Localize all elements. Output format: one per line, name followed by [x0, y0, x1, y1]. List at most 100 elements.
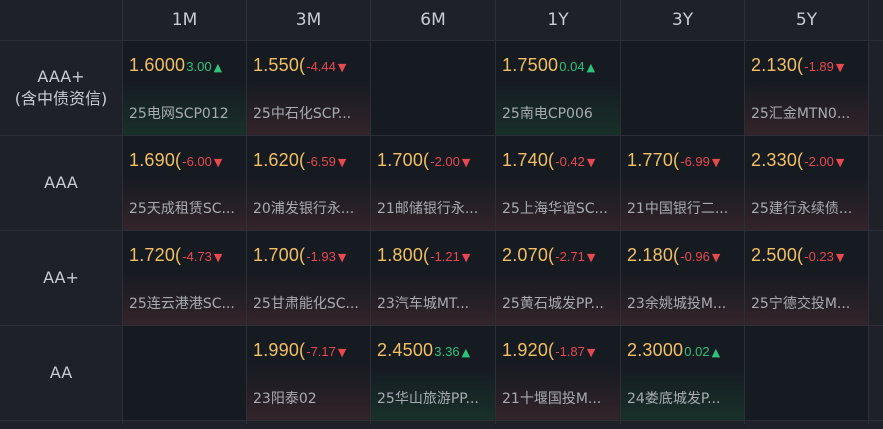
quote-cell[interactable]: 1.990(-7.17 ▼ 23阳泰02 — [247, 326, 370, 420]
quote-cell[interactable]: 1.7500 0.04 ▲ 25南电CP006 — [496, 41, 620, 135]
rate-line: 1.6000 3.00 ▲ — [129, 55, 222, 76]
quote-cell[interactable]: 2.330(-2.00 ▼ 25建行永续债... — [745, 136, 868, 230]
triangle-up-icon: ▲ — [711, 346, 721, 359]
bond-name: 25天成租赁SC... — [129, 201, 235, 217]
rate-line: 2.130(-1.89 ▼ — [751, 55, 844, 76]
bond-name: 25上海华谊SC... — [502, 201, 608, 217]
rate-line: 1.690(-6.00 ▼ — [129, 150, 222, 171]
footer-strip — [745, 421, 868, 429]
quote-cell[interactable]: 2.3000 0.02 ▲ 24娄底城发P... — [621, 326, 744, 420]
scroll-edge — [869, 231, 883, 325]
bond-name: 20浦发银行永... — [253, 201, 355, 217]
yield-value: 1.620( — [253, 150, 306, 170]
bond-name: 24娄底城发P... — [627, 391, 721, 407]
quote-cell[interactable]: 1.700(-1.93 ▼ 25甘肃能化SC... — [247, 231, 370, 325]
rate-line: 1.700(-1.93 ▼ — [253, 245, 346, 266]
quote-cell[interactable]: 1.770(-6.99 ▼ 21中国银行二... — [621, 136, 744, 230]
footer-strip — [621, 421, 744, 429]
column-header-1m[interactable]: 1M — [123, 0, 246, 40]
bond-name: 25建行永续债... — [751, 201, 853, 217]
yield-value: 1.690( — [129, 150, 182, 170]
quote-cell[interactable]: 2.180(-0.96 ▼ 23余姚城投M... — [621, 231, 744, 325]
bond-name: 25华山旅游PP... — [377, 391, 479, 407]
column-header-3m[interactable]: 3M — [247, 0, 370, 40]
triangle-up-icon: ▲ — [213, 61, 223, 74]
yield-value: 2.500( — [751, 245, 804, 265]
quote-cell[interactable]: 2.500(-0.23 ▼ 25宁德交投M... — [745, 231, 868, 325]
rate-line: 1.770(-6.99 ▼ — [627, 150, 720, 171]
quote-cell[interactable]: 1.690(-6.00 ▼ 25天成租赁SC... — [123, 136, 246, 230]
rate-line: 2.3000 0.02 ▲ — [627, 340, 720, 361]
rate-line: 1.920(-1.87 ▼ — [502, 340, 595, 361]
footer-strip — [371, 421, 495, 429]
empty-cell — [621, 41, 744, 135]
rate-line: 2.180(-0.96 ▼ — [627, 245, 720, 266]
column-header-1y[interactable]: 1Y — [496, 0, 620, 40]
rate-line: 1.990(-7.17 ▼ — [253, 340, 346, 361]
change-value: -6.59 — [306, 154, 336, 169]
yield-value: 2.4500 — [377, 340, 434, 360]
triangle-down-icon: ▼ — [213, 251, 223, 264]
change-value: -2.71 — [555, 249, 585, 264]
yield-matrix: 1M 3M 6M 1Y 3Y 5Y AAA+ (含中债资信) 1.6000 3.00 ▲ 25电网SC… — [0, 0, 883, 429]
quote-cell[interactable]: 2.070(-2.71 ▼ 25黄石城发PP... — [496, 231, 620, 325]
quote-cell[interactable]: 1.720(-4.73 ▼ 25连云港港SC... — [123, 231, 246, 325]
rate-line: 2.500(-0.23 ▼ — [751, 245, 844, 266]
row-label-subtext: (含中债资信) — [14, 89, 108, 108]
change-value: -2.00 — [804, 154, 834, 169]
quote-cell[interactable]: 2.130(-1.89 ▼ 25汇金MTN0... — [745, 41, 868, 135]
triangle-down-icon: ▼ — [586, 346, 596, 359]
yield-value: 1.720( — [129, 245, 182, 265]
footer-strip — [123, 421, 246, 429]
bond-name: 21中国银行二... — [627, 201, 729, 217]
rate-line: 1.7500 0.04 ▲ — [502, 55, 595, 76]
quote-cell[interactable]: 1.550(-4.44 ▼ 25中石化SCP... — [247, 41, 370, 135]
change-value: -6.99 — [680, 154, 710, 169]
yield-value: 1.990( — [253, 340, 306, 360]
triangle-down-icon: ▼ — [835, 156, 845, 169]
yield-value: 1.7500 — [502, 55, 559, 75]
quote-cell[interactable]: 1.740(-0.42 ▼ 25上海华谊SC... — [496, 136, 620, 230]
change-value: -0.23 — [804, 249, 834, 264]
change-value: -4.73 — [182, 249, 212, 264]
triangle-up-icon: ▲ — [461, 346, 471, 359]
quote-cell[interactable]: 2.4500 3.36 ▲ 25华山旅游PP... — [371, 326, 495, 420]
column-header-6m[interactable]: 6M — [371, 0, 495, 40]
bond-name: 25南电CP006 — [502, 106, 593, 122]
yield-value: 2.130( — [751, 55, 804, 75]
change-value: 3.00 — [186, 59, 212, 74]
footer-strip — [247, 421, 370, 429]
bond-name: 25甘肃能化SC... — [253, 296, 359, 312]
change-value: -7.17 — [306, 344, 336, 359]
bond-name: 25宁德交投M... — [751, 296, 851, 312]
quote-cell[interactable]: 1.800(-1.21 ▼ 23汽车城MT... — [371, 231, 495, 325]
bond-name: 21十堰国投M... — [502, 391, 602, 407]
row-label-aa: AA — [0, 326, 122, 420]
rate-line: 1.550(-4.44 ▼ — [253, 55, 346, 76]
yield-value: 2.330( — [751, 150, 804, 170]
row-label-text: AA — [49, 363, 73, 382]
footer-strip — [0, 421, 122, 429]
quote-cell[interactable]: 1.700(-2.00 ▼ 21邮储银行永... — [371, 136, 495, 230]
bond-name: 25电网SCP012 — [129, 106, 229, 122]
bond-name: 25汇金MTN0... — [751, 106, 851, 122]
rate-line: 1.740(-0.42 ▼ — [502, 150, 595, 171]
rate-line: 1.620(-6.59 ▼ — [253, 150, 346, 171]
change-value: -1.93 — [306, 249, 336, 264]
row-label-text: AAA+ — [37, 67, 85, 86]
yield-value: 2.180( — [627, 245, 680, 265]
bond-name: 25黄石城发PP... — [502, 296, 604, 312]
row-label-aaaplus: AAA+ (含中债资信) — [0, 41, 122, 135]
column-header-3y[interactable]: 3Y — [621, 0, 744, 40]
rate-line: 1.800(-1.21 ▼ — [377, 245, 470, 266]
rate-line: 2.070(-2.71 ▼ — [502, 245, 595, 266]
row-label-text: AA+ — [43, 268, 79, 287]
scroll-edge — [869, 41, 883, 135]
quote-cell[interactable]: 1.6000 3.00 ▲ 25电网SCP012 — [123, 41, 246, 135]
rate-line: 2.330(-2.00 ▼ — [751, 150, 844, 171]
yield-value: 1.700( — [253, 245, 306, 265]
quote-cell[interactable]: 1.620(-6.59 ▼ 20浦发银行永... — [247, 136, 370, 230]
triangle-down-icon: ▼ — [711, 156, 721, 169]
quote-cell[interactable]: 1.920(-1.87 ▼ 21十堰国投M... — [496, 326, 620, 420]
column-header-5y[interactable]: 5Y — [745, 0, 868, 40]
